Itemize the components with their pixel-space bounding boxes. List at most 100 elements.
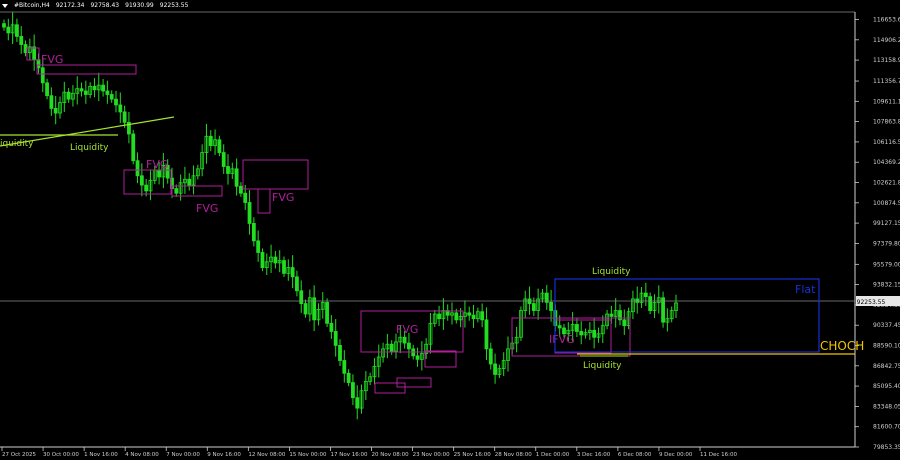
candle-body <box>648 296 653 311</box>
x-tick-label: 15 Nov 00:00 <box>289 452 327 458</box>
current-price-value: 92253.55 <box>857 299 886 306</box>
y-axis-ticks: 116653.60 114906.25 113158.90 111356.70 1096… <box>855 17 900 451</box>
candle-body <box>557 325 562 329</box>
candle-body <box>325 302 329 324</box>
x-tick-label: 9 Dec 00:00 <box>659 452 693 458</box>
x-tick-label: 17 Nov 16:00 <box>330 452 368 458</box>
candle-body <box>415 355 420 360</box>
x-tick-label: 3 Dec 16:00 <box>577 452 611 458</box>
x-tick-label: 25 Nov 16:00 <box>454 452 492 458</box>
candle-body <box>66 91 71 100</box>
candle-body <box>661 297 665 323</box>
y-tick-label: 109611.15 <box>873 98 900 105</box>
candle-body <box>643 292 648 298</box>
candle-body <box>609 313 614 317</box>
candle-body <box>299 290 304 304</box>
candle-body <box>243 192 248 203</box>
candle-body <box>32 46 37 61</box>
y-tick-label: 107863.80 <box>873 119 900 126</box>
y-tick-label: 95579.00 <box>873 261 900 268</box>
candle-body <box>437 313 441 320</box>
candle-body <box>79 88 84 92</box>
candle-body <box>333 331 338 346</box>
fvg-label-2: FVG <box>146 158 168 171</box>
candle-body <box>226 166 230 174</box>
candle-body <box>40 67 45 84</box>
candle-body <box>303 303 308 315</box>
candle-body <box>467 312 472 316</box>
y-tick-label: 83348.05 <box>873 403 900 410</box>
liquidity-label-left: iquidity <box>0 139 34 149</box>
candle-body <box>131 133 136 162</box>
candle-body <box>480 311 485 321</box>
candle-body <box>187 178 192 186</box>
candle-body <box>346 372 351 383</box>
fvg-label-5: FVG <box>396 323 418 336</box>
y-tick-label: 100874.50 <box>873 200 900 207</box>
x-tick-label: 20 Nov 08:00 <box>372 452 410 458</box>
candle-body <box>101 84 105 92</box>
x-tick-label: 30 Oct 00:00 <box>43 452 79 458</box>
fvg-box-8 <box>424 350 457 368</box>
candle-body <box>45 82 49 97</box>
flat-label: Flat <box>795 283 816 296</box>
candle-body <box>549 302 553 311</box>
y-tick-label: 93832.15 <box>873 282 900 289</box>
fvg-box-10 <box>374 382 406 394</box>
candle-body <box>114 98 118 106</box>
y-tick-label: 97379.80 <box>873 240 900 247</box>
candle-body <box>6 26 11 34</box>
y-tick-label: 111356.70 <box>873 78 900 85</box>
candle-body <box>488 348 493 365</box>
fvg-label-1: FVG <box>41 53 63 66</box>
candle-body <box>157 169 161 178</box>
candle-body <box>484 319 489 350</box>
candle-body <box>454 312 459 321</box>
fvg-box-6 <box>257 188 271 214</box>
y-tick-label: 88590.10 <box>873 343 900 350</box>
candle-body <box>105 90 110 95</box>
candle-body <box>407 342 411 350</box>
candle-body <box>221 152 226 167</box>
candle-body <box>575 324 579 332</box>
candle-body <box>83 90 88 95</box>
chart-window[interactable]: #Bitcoin,H4 92172.34 92758.43 91930.99 9… <box>0 0 900 460</box>
x-tick-label: 12 Nov 08:00 <box>248 452 286 458</box>
x-tick-label: 7 Nov 00:00 <box>166 452 200 458</box>
candle-body <box>355 397 360 409</box>
y-tick-label: 106116.55 <box>873 139 900 146</box>
x-axis-labels: 27 Oct 2025 30 Oct 00:00 1 Nov 16:00 4 Nov … <box>1 447 737 458</box>
liquidity-label-1: Liquidity <box>70 143 109 153</box>
ifvg-label: IFVG <box>549 333 575 346</box>
candle-body <box>109 94 114 100</box>
candle-body <box>342 360 347 374</box>
candle-body <box>256 240 261 253</box>
candles <box>2 12 678 420</box>
candle-body <box>260 252 265 268</box>
candle-body <box>139 175 144 186</box>
y-tick-label: 99127.15 <box>873 220 900 227</box>
candle-body <box>493 363 497 375</box>
x-tick-label: 6 Dec 08:00 <box>618 452 652 458</box>
candle-body <box>531 303 536 311</box>
fvg-label-4: FVG <box>272 191 294 204</box>
choch-label: CHOCH <box>820 339 864 353</box>
candle-body <box>282 260 286 274</box>
candle-body <box>217 139 222 153</box>
candle-body <box>295 276 299 292</box>
y-tick-label: 86842.75 <box>873 363 900 370</box>
candle-body <box>351 382 355 399</box>
x-tick-label: 11 Dec 16:00 <box>700 452 737 458</box>
y-tick-label: 90337.45 <box>873 322 900 329</box>
candle-body <box>15 24 19 37</box>
candle-body <box>592 329 597 338</box>
candle-body <box>144 184 149 192</box>
x-tick-label: 27 Oct 2025 <box>2 452 37 458</box>
fvg-box-2 <box>36 64 137 75</box>
candle-body <box>329 322 334 332</box>
candle-body <box>92 85 97 91</box>
candle-body <box>2 23 6 28</box>
candle-body <box>290 267 295 278</box>
candle-body <box>53 108 58 114</box>
price-chart[interactable]: 116653.60 114906.25 113158.90 111356.70 1096… <box>0 0 900 460</box>
